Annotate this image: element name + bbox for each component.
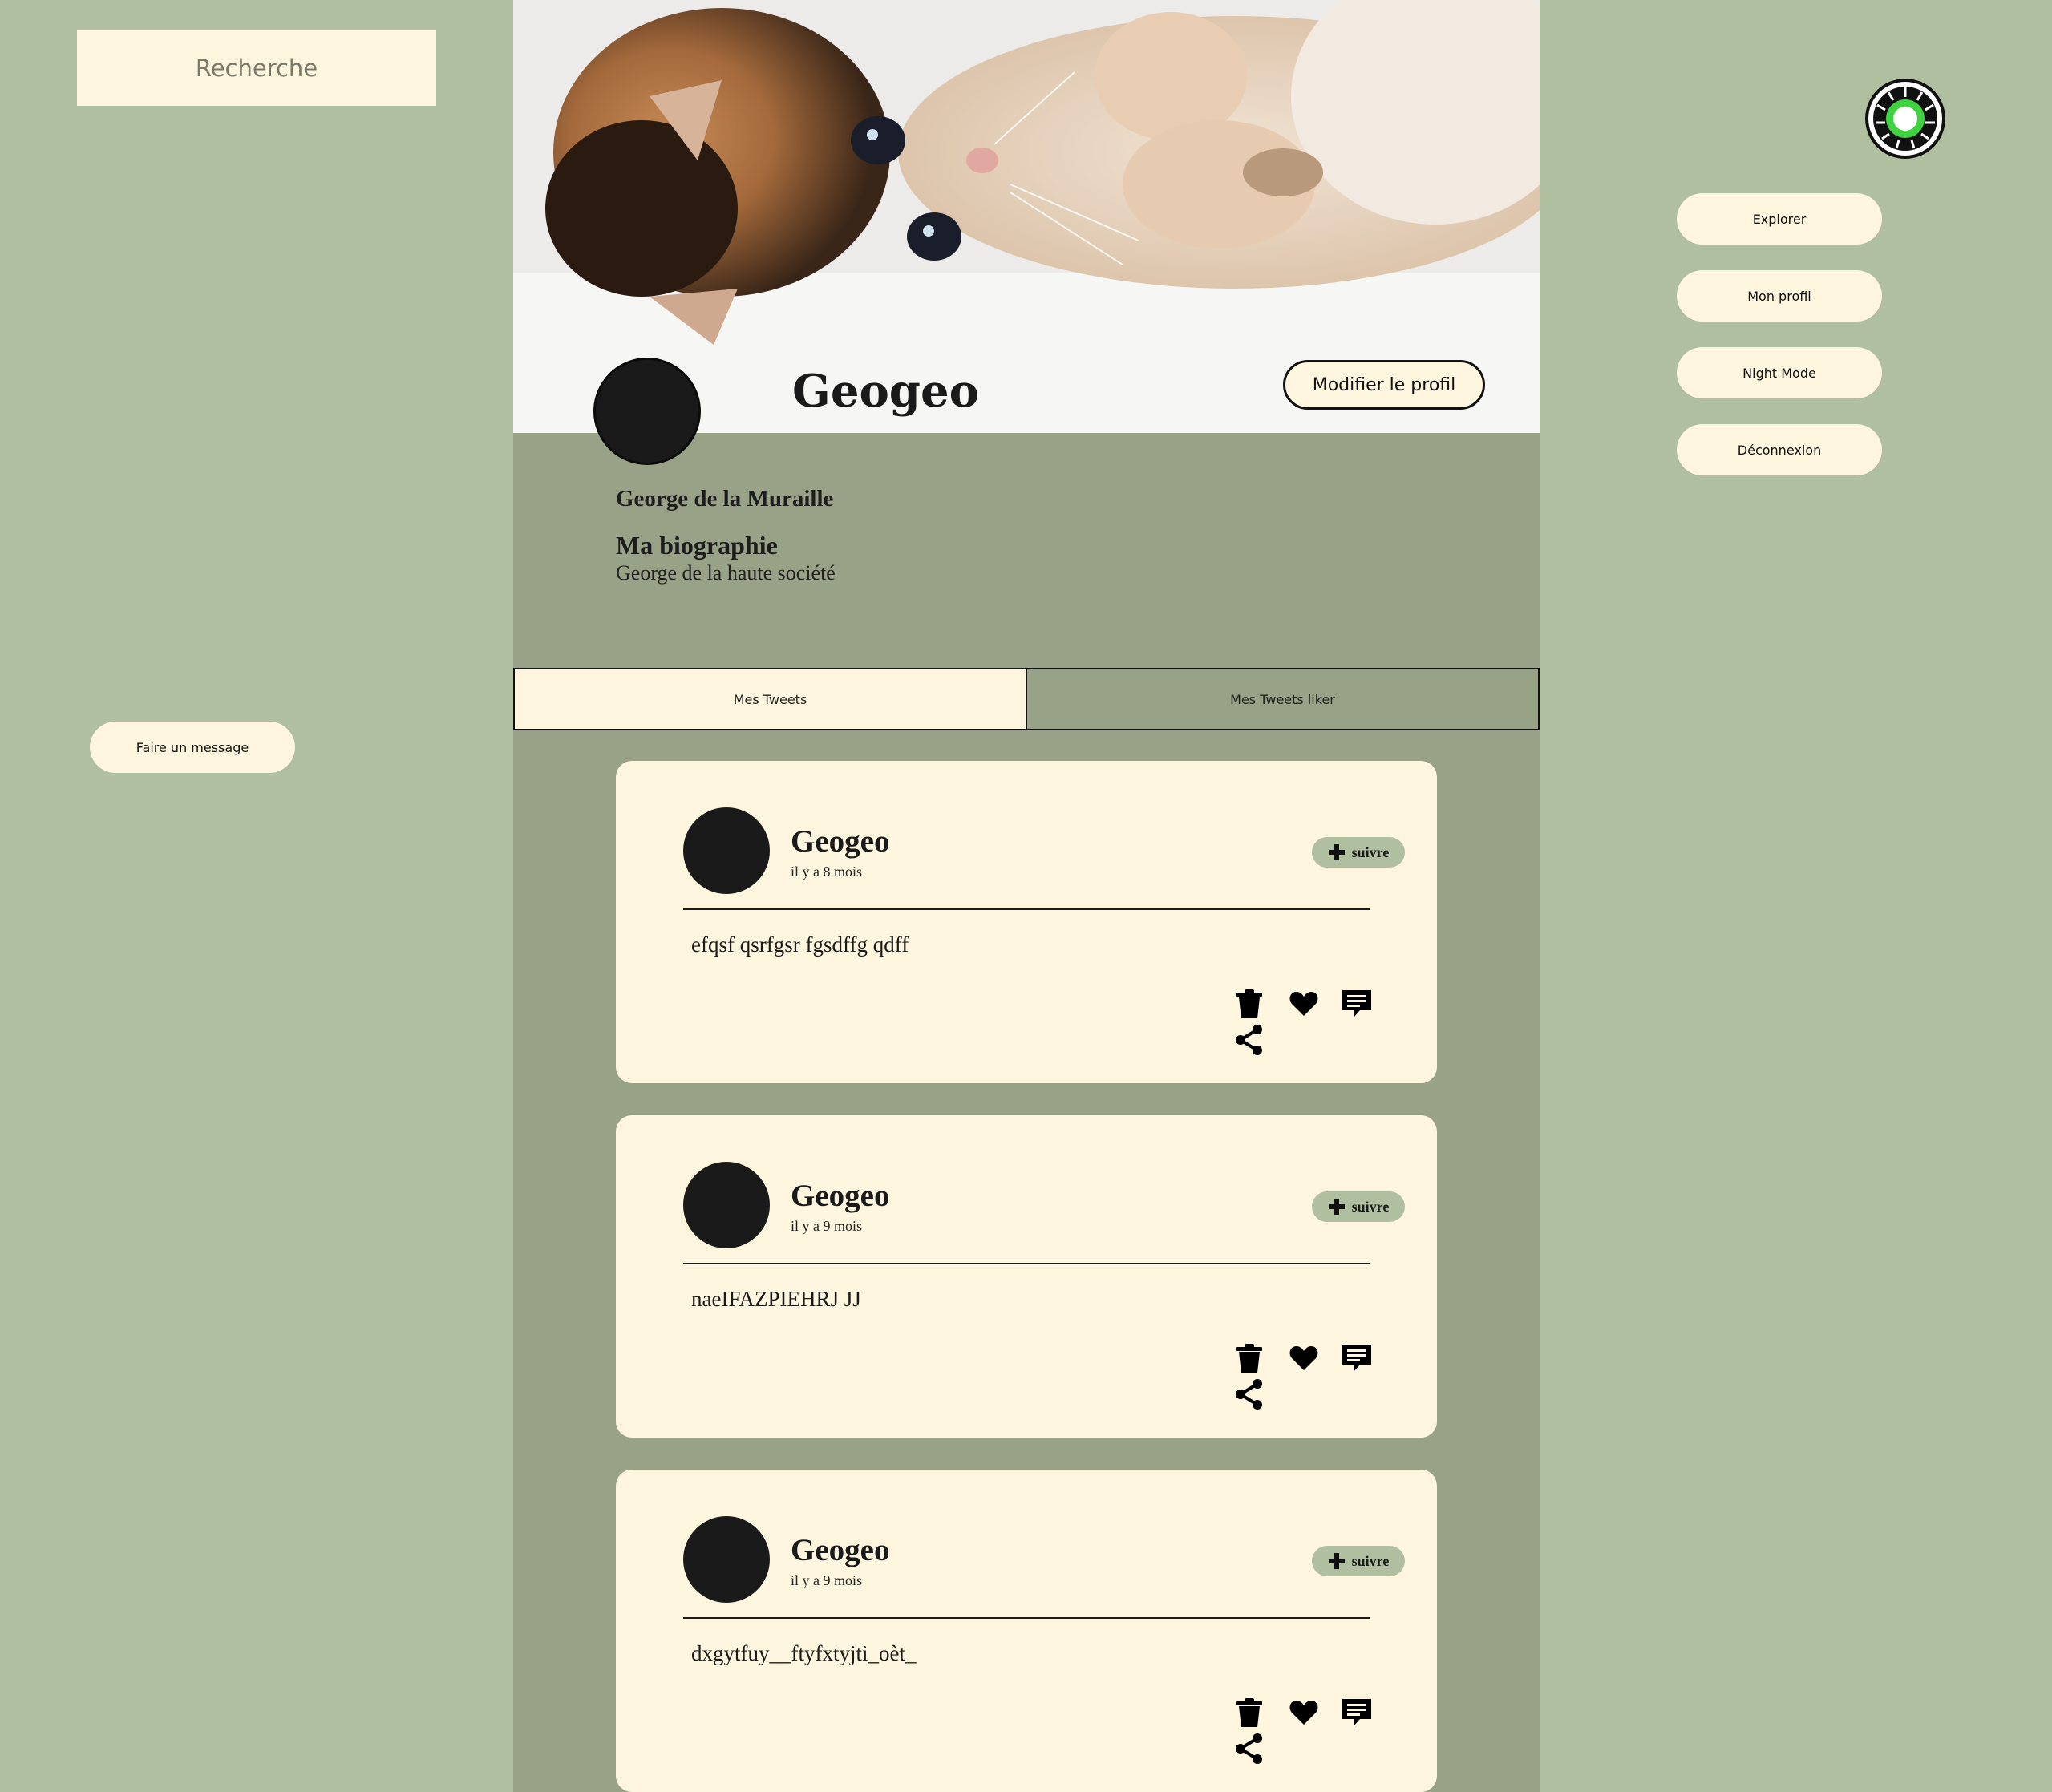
tweet-card: Geogeo il y a 9 mois suivre dxgytfuy__ft… (616, 1470, 1437, 1792)
share-tweet-button[interactable] (1233, 1024, 1265, 1056)
bio-text: George de la haute société (616, 561, 836, 585)
tweet-author-name[interactable]: Geogeo (791, 823, 889, 860)
heart-icon (1289, 992, 1318, 1016)
follow-label: suivre (1351, 1552, 1390, 1569)
heart-icon (1289, 1346, 1318, 1370)
tab-my-tweets[interactable]: Mes Tweets (515, 669, 1027, 729)
share-icon (1236, 1025, 1262, 1055)
trash-icon (1236, 1344, 1262, 1373)
comment-tweet-button[interactable] (1341, 1342, 1373, 1374)
profile-column: Geogeo Modifier le profil George de la M… (513, 0, 1540, 1792)
delete-tweet-button[interactable] (1233, 1342, 1265, 1374)
tweet-author-avatar[interactable] (683, 1516, 770, 1603)
share-icon (1236, 1379, 1262, 1410)
tab-liked-tweets[interactable]: Mes Tweets liker (1027, 669, 1538, 729)
tweet-timestamp: il y a 9 mois (791, 1572, 862, 1588)
comment-tweet-button[interactable] (1341, 1697, 1373, 1729)
nav-my-profile[interactable]: Mon profil (1677, 270, 1882, 322)
tweet-timestamp: il y a 9 mois (791, 1218, 862, 1234)
tweet-author-avatar[interactable] (683, 1162, 770, 1248)
app-logo[interactable] (1864, 78, 1946, 160)
profile-full-name: George de la Muraille (616, 486, 834, 512)
like-tweet-button[interactable] (1288, 1697, 1320, 1729)
comment-icon (1342, 990, 1371, 1017)
delete-tweet-button[interactable] (1233, 988, 1265, 1020)
follow-button[interactable]: suivre (1312, 1191, 1405, 1222)
tweet-author-name[interactable]: Geogeo (791, 1178, 889, 1214)
share-tweet-button[interactable] (1233, 1378, 1265, 1410)
logo-icon (1865, 79, 1945, 159)
nav-logout[interactable]: Déconnexion (1677, 424, 1882, 475)
search-input[interactable]: Recherche (77, 30, 436, 106)
like-tweet-button[interactable] (1288, 1342, 1320, 1374)
delete-tweet-button[interactable] (1233, 1697, 1265, 1729)
heart-icon (1289, 1701, 1318, 1725)
tweet-author-avatar[interactable] (683, 807, 770, 894)
comment-tweet-button[interactable] (1341, 988, 1373, 1020)
divider (683, 908, 1370, 910)
tweet-content: dxgytfuy__ftyfxtyjti_oèt_ (691, 1641, 917, 1665)
edit-profile-button[interactable]: Modifier le profil (1283, 360, 1485, 410)
follow-button[interactable]: suivre (1312, 837, 1405, 868)
tweet-card: Geogeo il y a 8 mois suivre efqsf qsrfgs… (616, 761, 1437, 1083)
profile-tabs: Mes Tweets Mes Tweets liker (513, 668, 1540, 730)
plus-icon (1328, 1199, 1345, 1215)
share-tweet-button[interactable] (1233, 1733, 1265, 1765)
trash-icon (1236, 989, 1262, 1018)
profile-avatar[interactable] (593, 358, 701, 465)
divider (683, 1263, 1370, 1264)
tweet-author-name[interactable]: Geogeo (791, 1532, 889, 1568)
share-icon (1236, 1733, 1262, 1764)
plus-icon (1328, 1553, 1345, 1569)
follow-label: suivre (1351, 843, 1390, 860)
trash-icon (1236, 1698, 1262, 1727)
comment-icon (1342, 1699, 1371, 1726)
like-tweet-button[interactable] (1288, 988, 1320, 1020)
follow-label: suivre (1351, 1198, 1390, 1215)
comment-icon (1342, 1345, 1371, 1372)
nav-night-mode[interactable]: Night Mode (1677, 347, 1882, 398)
plus-icon (1328, 844, 1345, 860)
tweet-timestamp: il y a 8 mois (791, 864, 862, 880)
tweet-content: efqsf qsrfgsr fgsdffg qdff (691, 932, 909, 957)
nav-explorer[interactable]: Explorer (1677, 193, 1882, 245)
bio-heading: Ma biographie (616, 531, 778, 560)
divider (683, 1617, 1370, 1619)
tweet-card: Geogeo il y a 9 mois suivre naeIFAZPIEHR… (616, 1115, 1437, 1438)
new-message-button[interactable]: Faire un message (90, 722, 295, 773)
tweet-content: naeIFAZPIEHRJ JJ (691, 1287, 861, 1311)
profile-username: Geogeo (792, 365, 979, 418)
follow-button[interactable]: suivre (1312, 1546, 1405, 1576)
